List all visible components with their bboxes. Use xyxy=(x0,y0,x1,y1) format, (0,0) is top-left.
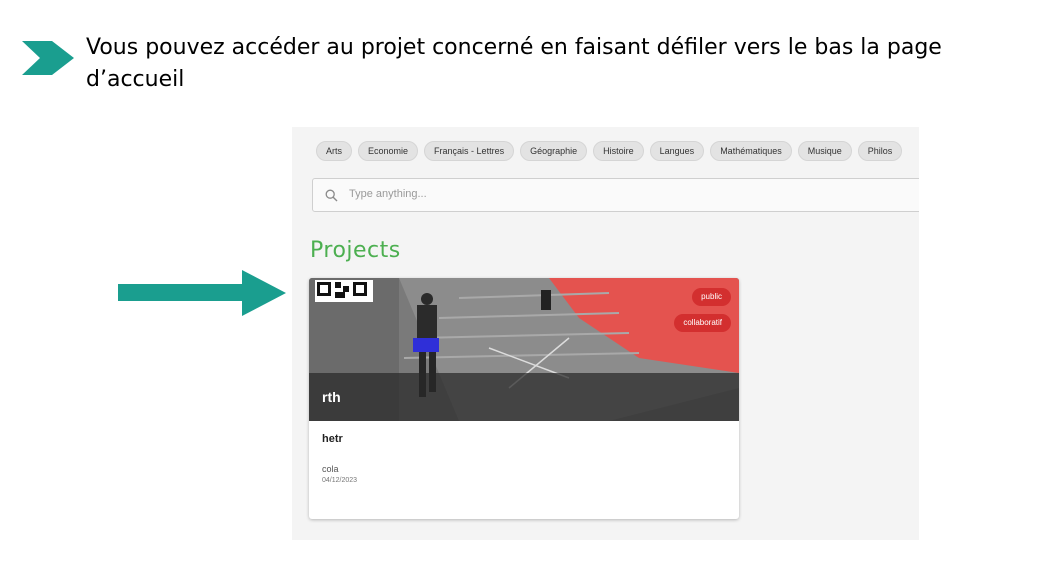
caption-text: Vous pouvez accéder au projet concerné e… xyxy=(86,35,942,92)
project-subtitle: hetr xyxy=(322,433,343,445)
chevron-right-icon xyxy=(22,41,74,75)
project-author: cola xyxy=(322,464,339,474)
projects-heading: Projects xyxy=(310,238,401,263)
chip-philosophie[interactable]: Philos xyxy=(857,141,903,161)
chip-francais-lettres[interactable]: Français - Lettres xyxy=(424,141,515,161)
chip-geographie[interactable]: Géographie xyxy=(520,141,588,161)
badge-public: public xyxy=(692,288,731,306)
search-input[interactable] xyxy=(347,187,751,201)
category-filter-bar: Arts Economie Français - Lettres Géograp… xyxy=(316,141,903,161)
app-screenshot: Arts Economie Français - Lettres Géograp… xyxy=(292,127,919,540)
project-date: 04/12/2023 xyxy=(322,477,358,484)
chip-economie[interactable]: Economie xyxy=(358,141,419,161)
project-title[interactable]: rth xyxy=(322,389,341,405)
chip-arts[interactable]: Arts xyxy=(316,141,353,161)
chip-musique[interactable]: Musique xyxy=(797,141,852,161)
chip-langues[interactable]: Langues xyxy=(649,141,705,161)
search-bar[interactable] xyxy=(312,178,919,212)
project-card[interactable]: rth public collaboratif hetr cola 04/12/… xyxy=(309,278,739,519)
badge-collaboratif: collaboratif xyxy=(674,314,731,332)
chip-histoire[interactable]: Histoire xyxy=(593,141,644,161)
chip-mathematiques[interactable]: Mathématiques xyxy=(710,141,792,161)
title-overlay xyxy=(309,373,739,421)
arrow-right-icon xyxy=(118,270,286,316)
search-icon xyxy=(325,189,338,202)
